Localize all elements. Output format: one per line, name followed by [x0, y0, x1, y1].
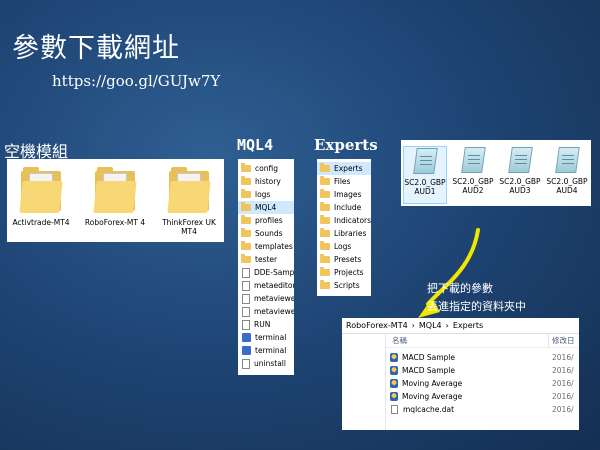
name-column-header[interactable]: 名稱 [386, 334, 548, 347]
expert-icon [390, 379, 398, 388]
expert-icon [390, 392, 398, 401]
instruction-line-1: 把下載的參數 [427, 282, 493, 295]
navigation-pane[interactable] [342, 334, 386, 430]
expert-icon [390, 353, 398, 362]
date-column-header[interactable]: 修改日 [548, 334, 575, 347]
table-row[interactable]: Moving Average 2016/ [386, 390, 579, 403]
table-row[interactable]: Moving Average 2016/ [386, 377, 579, 390]
breadcrumb[interactable]: RoboForex-MT4 › MQL4 › Experts [342, 318, 579, 334]
instruction-line-2: 丟進指定的資料夾中 [427, 300, 526, 313]
file-icon [391, 405, 398, 414]
expert-icon [390, 366, 398, 375]
column-header[interactable]: 名稱 修改日 [386, 334, 579, 348]
file-list: 名稱 修改日 MACD Sample 2016/ MACD Sample 2016/… [386, 334, 579, 430]
table-row[interactable]: mqlcache.dat 2016/ [386, 403, 579, 416]
table-row[interactable]: MACD Sample 2016/ [386, 351, 579, 364]
explorer-window: RoboForex-MT4 › MQL4 › Experts 名稱 修改日 MACD S… [342, 318, 579, 430]
table-row[interactable]: MACD Sample 2016/ [386, 364, 579, 377]
